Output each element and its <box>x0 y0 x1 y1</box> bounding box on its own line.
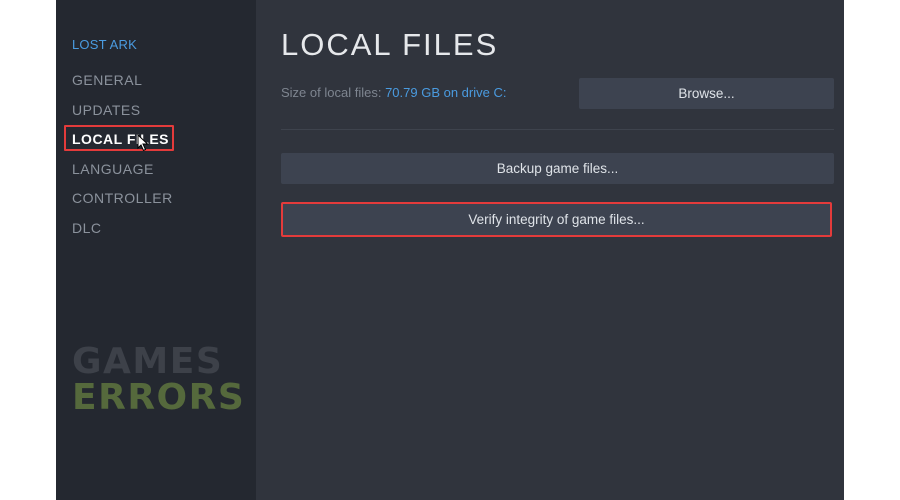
sidebar-nav: GENERAL UPDATES LOCAL FILES LANGUAGE CON… <box>72 72 173 249</box>
watermark-line-1: GAMES <box>72 341 224 382</box>
main-content: LOCAL FILES Size of local files: 70.79 G… <box>256 0 844 500</box>
properties-window: LOST ARK GENERAL UPDATES LOCAL FILES LAN… <box>56 0 844 500</box>
sidebar-item-general[interactable]: GENERAL <box>72 72 173 102</box>
sidebar-item-controller[interactable]: CONTROLLER <box>72 190 173 220</box>
local-files-highlight <box>64 125 174 151</box>
page-title: LOCAL FILES <box>281 27 499 62</box>
watermark-line-2: ERRORS <box>72 377 246 418</box>
sidebar-item-dlc[interactable]: DLC <box>72 220 173 250</box>
game-title: LOST ARK <box>72 37 137 52</box>
sidebar-item-language[interactable]: LANGUAGE <box>72 161 173 191</box>
size-value: 70.79 GB on drive C: <box>385 85 507 100</box>
mouse-pointer-icon <box>137 134 149 152</box>
verify-integrity-button[interactable]: Verify integrity of game files... <box>281 202 832 237</box>
divider <box>281 129 834 130</box>
backup-game-files-button[interactable]: Backup game files... <box>281 153 834 184</box>
watermark-logo: GAMES ERRORS <box>72 344 245 416</box>
local-files-size: Size of local files: 70.79 GB on drive C… <box>281 85 506 100</box>
size-label: Size of local files: <box>281 85 382 100</box>
sidebar: LOST ARK GENERAL UPDATES LOCAL FILES LAN… <box>56 0 256 500</box>
browse-button[interactable]: Browse... <box>579 78 834 109</box>
